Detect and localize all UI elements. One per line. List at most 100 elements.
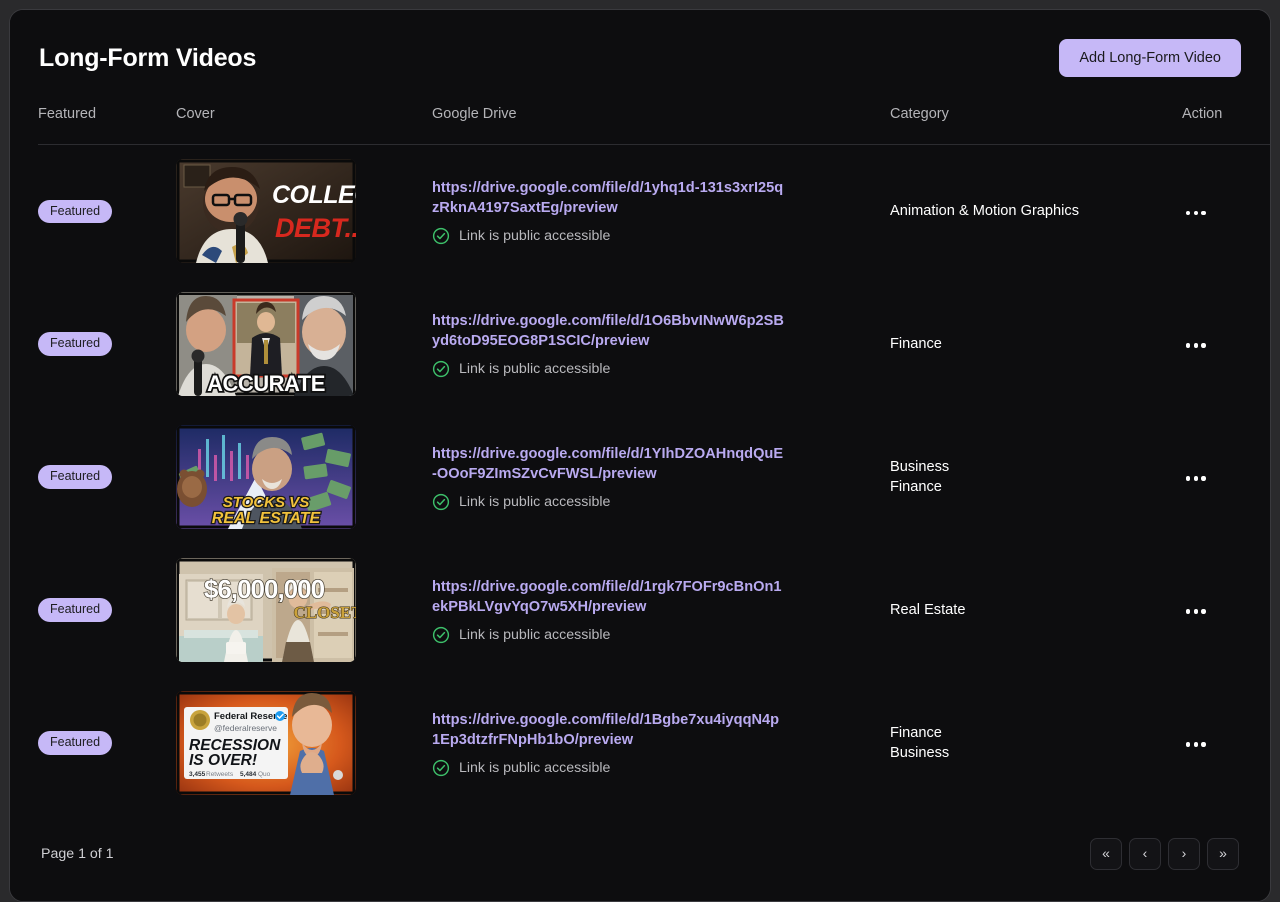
last-page-button[interactable]: » [1207, 838, 1239, 870]
svg-text:CLOSET: CLOSET [294, 603, 356, 622]
featured-cell: Featured [38, 544, 176, 677]
category-cell: Animation & Motion Graphics [890, 145, 1182, 278]
svg-text:REAL ESTATE: REAL ESTATE [212, 510, 322, 527]
google-drive-link[interactable]: https://drive.google.com/file/d/1YIhDZOA… [432, 444, 784, 485]
link-status: Link is public accessible [432, 227, 890, 245]
cover-thumbnail[interactable]: STOCKS VS REAL ESTATE [176, 425, 356, 529]
dot-icon [1194, 742, 1198, 746]
google-drive-link[interactable]: https://drive.google.com/file/d/1Bgbe7xu… [432, 710, 784, 751]
category-cell: Finance Business [890, 677, 1182, 810]
page-indicator: Page 1 of 1 [41, 846, 114, 862]
pagination-controls: « ‹ › » [1090, 838, 1239, 870]
cover-thumbnail[interactable]: COLLEGE DEBT.. [176, 159, 356, 263]
status-badge-featured: Featured [38, 598, 112, 622]
category-cell: Finance [890, 278, 1182, 411]
column-header-category: Category [890, 106, 1182, 145]
cover-cell: $6,000,000 CLOSET [176, 544, 432, 677]
google-drive-cell: https://drive.google.com/file/d/1rgk7FOF… [432, 544, 890, 677]
link-status: Link is public accessible [432, 626, 890, 644]
category-value: Finance Business [890, 723, 1182, 763]
svg-text:IS OVER!: IS OVER! [189, 752, 257, 769]
svg-text:3,455: 3,455 [189, 771, 206, 778]
previous-page-button[interactable]: ‹ [1129, 838, 1161, 870]
row-actions-menu-button[interactable] [1182, 337, 1210, 353]
dot-icon [1201, 211, 1205, 215]
category-value: Animation & Motion Graphics [890, 201, 1182, 221]
cover-thumbnail[interactable]: ACCURATE [176, 292, 356, 396]
row-actions-menu-button[interactable] [1182, 736, 1210, 752]
featured-cell: Featured [38, 278, 176, 411]
table-row: Featured Fede [38, 677, 1270, 810]
link-status: Link is public accessible [432, 360, 890, 378]
dot-icon [1186, 476, 1190, 480]
table-row: Featured [38, 145, 1270, 278]
dot-icon [1194, 609, 1198, 613]
cover-cell: COLLEGE DEBT.. [176, 145, 432, 278]
table-body: Featured [38, 145, 1270, 810]
app-window: Long-Form Videos Add Long-Form Video Fea… [9, 9, 1271, 902]
action-cell [1182, 544, 1270, 677]
page-header: Long-Form Videos Add Long-Form Video [38, 10, 1242, 106]
status-badge-featured: Featured [38, 332, 112, 356]
google-drive-cell: https://drive.google.com/file/d/1yhq1d-1… [432, 145, 890, 278]
cover-cell: STOCKS VS REAL ESTATE [176, 411, 432, 544]
table-row: Featured [38, 411, 1270, 544]
google-drive-link[interactable]: https://drive.google.com/file/d/1rgk7FOF… [432, 577, 784, 618]
next-page-button[interactable]: › [1168, 838, 1200, 870]
status-badge-featured: Featured [38, 200, 112, 224]
status-badge-featured: Featured [38, 731, 112, 755]
link-status: Link is public accessible [432, 493, 890, 511]
dot-icon [1194, 476, 1198, 480]
row-actions-menu-button[interactable] [1182, 205, 1210, 221]
dot-icon [1201, 742, 1205, 746]
svg-text:STOCKS VS: STOCKS VS [223, 494, 309, 511]
svg-text:Retweets: Retweets [206, 771, 234, 778]
column-header-google-drive: Google Drive [432, 106, 890, 145]
link-status: Link is public accessible [432, 759, 890, 777]
row-actions-menu-button[interactable] [1182, 603, 1210, 619]
check-circle-icon [432, 227, 450, 245]
action-cell [1182, 278, 1270, 411]
table-row: Featured [38, 278, 1270, 411]
svg-text:DEBT..: DEBT.. [275, 213, 356, 243]
check-circle-icon [432, 626, 450, 644]
first-page-button[interactable]: « [1090, 838, 1122, 870]
cover-cell: Federal Reserve @federalreserve RECESSIO… [176, 677, 432, 810]
row-actions-menu-button[interactable] [1182, 470, 1210, 486]
link-status-text: Link is public accessible [459, 760, 610, 776]
dot-icon [1186, 343, 1190, 347]
category-value: Real Estate [890, 600, 1182, 620]
google-drive-link[interactable]: https://drive.google.com/file/d/1O6BbvIN… [432, 311, 784, 352]
category-cell: Business Finance [890, 411, 1182, 544]
long-form-videos-page: Long-Form Videos Add Long-Form Video Fea… [10, 10, 1270, 901]
svg-text:$6,000,000: $6,000,000 [204, 574, 325, 604]
google-drive-link[interactable]: https://drive.google.com/file/d/1yhq1d-1… [432, 178, 784, 219]
dot-icon [1186, 609, 1190, 613]
cover-thumbnail[interactable]: $6,000,000 CLOSET [176, 558, 356, 662]
cover-cell: ACCURATE [176, 278, 432, 411]
svg-text:COLLEGE: COLLEGE [272, 181, 356, 209]
google-drive-cell: https://drive.google.com/file/d/1O6BbvIN… [432, 278, 890, 411]
table-row: Featured [38, 544, 1270, 677]
column-header-featured: Featured [38, 106, 176, 145]
long-form-videos-table: Featured Cover Google Drive Category Act… [38, 106, 1270, 810]
cover-thumbnail[interactable]: Federal Reserve @federalreserve RECESSIO… [176, 691, 356, 795]
svg-text:ACCURATE: ACCURATE [207, 371, 325, 396]
dot-icon [1194, 211, 1198, 215]
column-header-cover: Cover [176, 106, 432, 145]
link-status-text: Link is public accessible [459, 627, 610, 643]
dot-icon [1194, 343, 1198, 347]
link-status-text: Link is public accessible [459, 494, 610, 510]
table-footer: Page 1 of 1 « ‹ › » [38, 838, 1242, 870]
link-status-text: Link is public accessible [459, 361, 610, 377]
category-cell: Real Estate [890, 544, 1182, 677]
svg-text:5,484: 5,484 [240, 771, 257, 778]
action-cell [1182, 677, 1270, 810]
action-cell [1182, 411, 1270, 544]
add-long-form-video-button[interactable]: Add Long-Form Video [1059, 39, 1241, 78]
featured-cell: Featured [38, 145, 176, 278]
dot-icon [1186, 211, 1190, 215]
google-drive-cell: https://drive.google.com/file/d/1Bgbe7xu… [432, 677, 890, 810]
google-drive-cell: https://drive.google.com/file/d/1YIhDZOA… [432, 411, 890, 544]
featured-cell: Featured [38, 411, 176, 544]
